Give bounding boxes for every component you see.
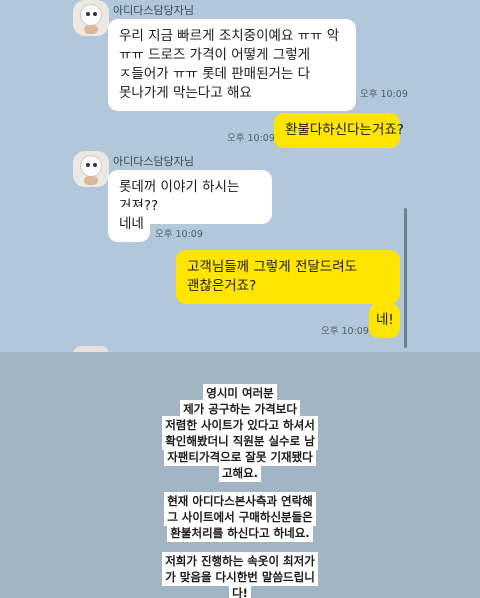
- incoming-message: 우리 지금 빠르게 조치중이예요 ㅠㅠ 악 ㅠㅠ 드로즈 가격이 어떻게 그렇게…: [108, 19, 356, 111]
- message-time: 오후 10:09: [227, 133, 275, 144]
- message-time: 오후 10:09: [321, 326, 369, 337]
- chat-scrollbar[interactable]: [404, 208, 407, 348]
- incoming-message: 네네: [108, 207, 150, 242]
- sender-avatar[interactable]: [73, 0, 109, 36]
- notice-line: 다!: [229, 584, 251, 598]
- outgoing-message: 환불다하신다는거죠?: [274, 113, 404, 148]
- notice-paragraph: 저희가 진행하는 속옷이 최저가 가 맞음을 다시한번 말씀드립니 다!: [140, 552, 340, 598]
- dog-avatar-icon: [80, 155, 102, 177]
- sender-avatar[interactable]: [73, 151, 109, 187]
- chat-screenshot: 아디다스담당자님 우리 지금 빠르게 조치중이예요 ㅠㅠ 악 ㅠㅠ 드로즈 가격…: [0, 0, 480, 352]
- outgoing-message: 네!: [369, 303, 400, 338]
- notice-line: 고해요.: [218, 464, 262, 482]
- partial-avatar: [73, 346, 109, 352]
- sender-name: 아디다스담당자님: [113, 155, 194, 168]
- message-time: 오후 10:09: [155, 229, 203, 240]
- dog-avatar-icon: [80, 4, 102, 26]
- notice-line: 환불처리를 하신다고 하네요.: [167, 524, 313, 542]
- message-time: 오후 10:09: [360, 89, 408, 100]
- notice-text: 영시미 여러분 제가 공구하는 가격보다 저렴한 사이트가 있다고 하셔서 확인…: [140, 384, 340, 598]
- outgoing-message: 고객님들께 그렇게 전달드려도 괜찮은거죠?: [176, 250, 400, 304]
- notice-paragraph: 현재 아디다스본사측과 연락해 그 사이트에서 구매하신분들은 환불처리를 하신…: [140, 492, 340, 542]
- notice-paragraph: 영시미 여러분 제가 공구하는 가격보다 저렴한 사이트가 있다고 하셔서 확인…: [140, 384, 340, 482]
- sender-name: 아디다스담당자님: [113, 4, 194, 17]
